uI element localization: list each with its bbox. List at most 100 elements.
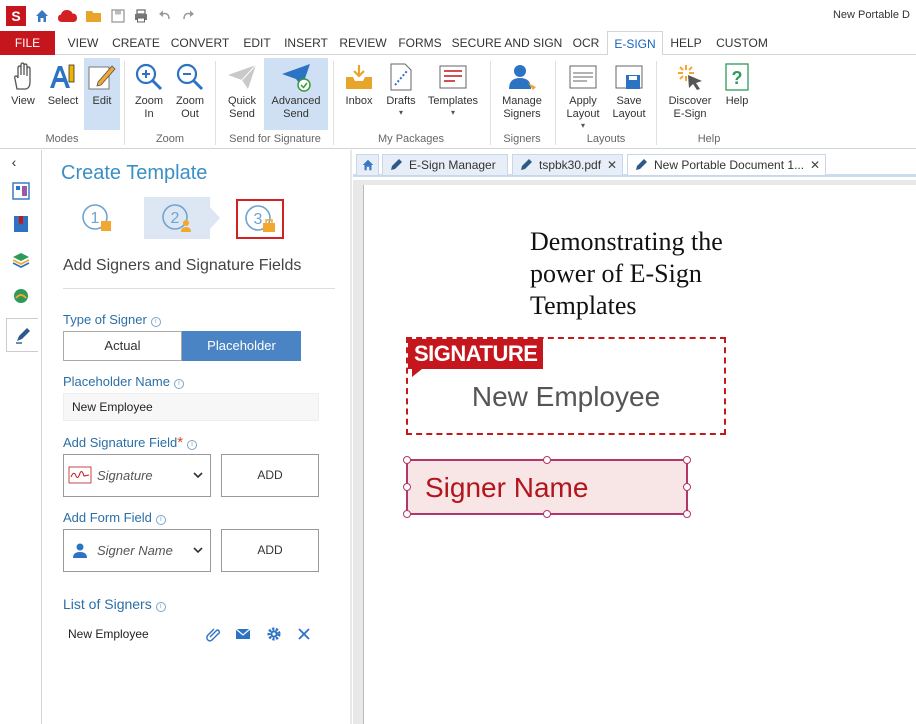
apply-layout-button[interactable]: Apply Layout ▾ [562, 58, 604, 130]
drafts-dropdown-icon: ▾ [398, 108, 403, 117]
advanced-send-button[interactable]: Advanced Send [264, 58, 328, 130]
info-icon[interactable]: i [155, 515, 166, 525]
document-page[interactable]: Demonstrating the power of E-Sign Templa… [363, 185, 916, 724]
discover-e-sign-button[interactable]: Discover E-Sign [664, 58, 716, 130]
tab-insert[interactable]: INSERT [281, 31, 331, 55]
zoom-out-icon [176, 63, 204, 91]
step-1-button[interactable]: 1 [75, 197, 119, 239]
placeholder-name-input[interactable]: New Employee [63, 393, 319, 421]
email-icon[interactable] [234, 625, 252, 643]
apply-layout-icon [569, 65, 597, 89]
signer-type-placeholder[interactable]: Placeholder [182, 331, 301, 361]
drafts-button[interactable]: Drafts ▾ [381, 58, 421, 130]
layers-icon[interactable] [8, 247, 34, 273]
close-icon[interactable]: ✕ [810, 155, 820, 175]
undo-icon[interactable] [155, 6, 175, 26]
resize-handle-bottom[interactable] [543, 510, 551, 518]
quick-send-button[interactable]: Quick Send [222, 58, 262, 130]
cloud-icon[interactable] [56, 6, 80, 26]
inbox-button[interactable]: Inbox [339, 58, 379, 130]
step-1-number: 1 [91, 210, 100, 227]
zoom-in-label: Zoom In [134, 95, 164, 120]
links-globe-icon[interactable] [8, 283, 34, 309]
tab-forms[interactable]: FORMS [395, 31, 445, 55]
print-icon[interactable] [131, 6, 151, 26]
info-icon[interactable]: i [173, 379, 184, 389]
close-icon[interactable]: ✕ [607, 155, 617, 175]
drafts-label: Drafts [386, 95, 416, 107]
tab-edit[interactable]: EDIT [237, 31, 277, 55]
doc-tab-tspbk30[interactable]: tspbk30.pdf ✕ [512, 154, 623, 176]
doc-tab-label: tspbk30.pdf [539, 158, 602, 172]
select-mode-button[interactable]: Select [44, 58, 82, 130]
document-heading: Demonstrating the power of E-Sign Templa… [530, 227, 723, 320]
tab-convert[interactable]: CONVERT [168, 31, 232, 55]
manage-signers-button[interactable]: Manage Signers [496, 58, 548, 130]
info-icon[interactable]: i [150, 317, 161, 327]
tab-review[interactable]: REVIEW [336, 31, 390, 55]
group-send-label: Send for Signature [229, 133, 321, 145]
doc-tab-home[interactable] [356, 154, 379, 176]
signer-name-form-field[interactable]: Signer Name [403, 456, 691, 518]
attach-icon[interactable] [204, 625, 222, 643]
app-logo[interactable]: S [6, 6, 26, 26]
resize-handle-top-left[interactable] [403, 456, 411, 464]
tab-view[interactable]: VIEW [62, 31, 104, 55]
signer-type-actual[interactable]: Actual [63, 331, 182, 361]
signer-list-item[interactable]: New Employee [68, 627, 149, 641]
remove-signer-icon[interactable] [295, 625, 313, 643]
pen-icon [391, 159, 402, 170]
signature-field[interactable]: SIGNATURE New Employee [406, 337, 726, 435]
zoom-in-button[interactable]: Zoom In [130, 58, 168, 130]
resize-handle-top-right[interactable] [683, 456, 691, 464]
zoom-out-button[interactable]: Zoom Out [171, 58, 209, 130]
help-button[interactable]: ? Help [720, 58, 754, 130]
open-folder-icon[interactable] [84, 6, 104, 26]
redo-icon[interactable] [178, 6, 198, 26]
resize-handle-left[interactable] [403, 483, 411, 491]
add-form-field-button[interactable]: ADD [221, 529, 319, 572]
add-form-field-label: Add Form Field i [63, 510, 166, 525]
info-icon[interactable]: i [155, 602, 166, 612]
step-3-button[interactable]: 3 [236, 199, 284, 239]
edit-mode-button[interactable]: Edit [84, 58, 120, 130]
resize-handle-right[interactable] [683, 483, 691, 491]
collapse-chevron-icon[interactable]: ‹ [4, 152, 24, 172]
tab-custom[interactable]: CUSTOM [711, 31, 773, 55]
settings-gear-icon[interactable] [265, 625, 283, 643]
step-2-button[interactable]: 2 [144, 197, 210, 239]
doc-tab-new-portable-document[interactable]: New Portable Document 1... ✕ [627, 154, 826, 176]
e-sign-panel-icon[interactable] [6, 318, 38, 352]
resize-handle-top[interactable] [543, 456, 551, 464]
chevron-down-icon [193, 547, 203, 554]
tab-secure-and-sign[interactable]: SECURE AND SIGN [450, 31, 564, 55]
info-icon[interactable]: i [187, 440, 198, 450]
view-mode-button[interactable]: View [4, 58, 42, 130]
signature-field-dropdown[interactable]: Signature [63, 454, 211, 497]
tab-create[interactable]: CREATE [109, 31, 163, 55]
tab-help[interactable]: HELP [666, 31, 706, 55]
manage-signers-label: Manage Signers [502, 95, 542, 120]
signature-field-value: Signature [97, 468, 153, 483]
panel-splitter[interactable] [350, 150, 352, 724]
doc-tab-e-sign-manager[interactable]: E-Sign Manager [382, 154, 508, 176]
group-layouts-label: Layouts [586, 133, 626, 145]
tab-ocr[interactable]: OCR [567, 31, 605, 55]
doc-tab-label: E-Sign Manager [409, 158, 496, 172]
tab-file[interactable]: FILE [0, 31, 55, 55]
thumbnails-icon[interactable] [8, 178, 34, 204]
document-tabs: E-Sign Manager tspbk30.pdf ✕ New Portabl… [353, 150, 916, 177]
save-icon[interactable] [108, 6, 128, 26]
form-field-dropdown[interactable]: Signer Name [63, 529, 211, 572]
tab-e-sign[interactable]: E-SIGN [607, 31, 663, 56]
save-layout-button[interactable]: Save Layout [608, 58, 650, 130]
add-signature-field-text: Add Signature Field [63, 435, 178, 450]
zoom-out-label: Zoom Out [175, 95, 205, 120]
home-icon[interactable] [32, 6, 52, 26]
templates-button[interactable]: Templates ▾ [425, 58, 481, 130]
bookmarks-icon[interactable] [8, 211, 34, 237]
resize-handle-bottom-left[interactable] [403, 510, 411, 518]
add-signature-field-button[interactable]: ADD [221, 454, 319, 497]
inbox-label: Inbox [345, 95, 373, 107]
resize-handle-bottom-right[interactable] [683, 510, 691, 518]
